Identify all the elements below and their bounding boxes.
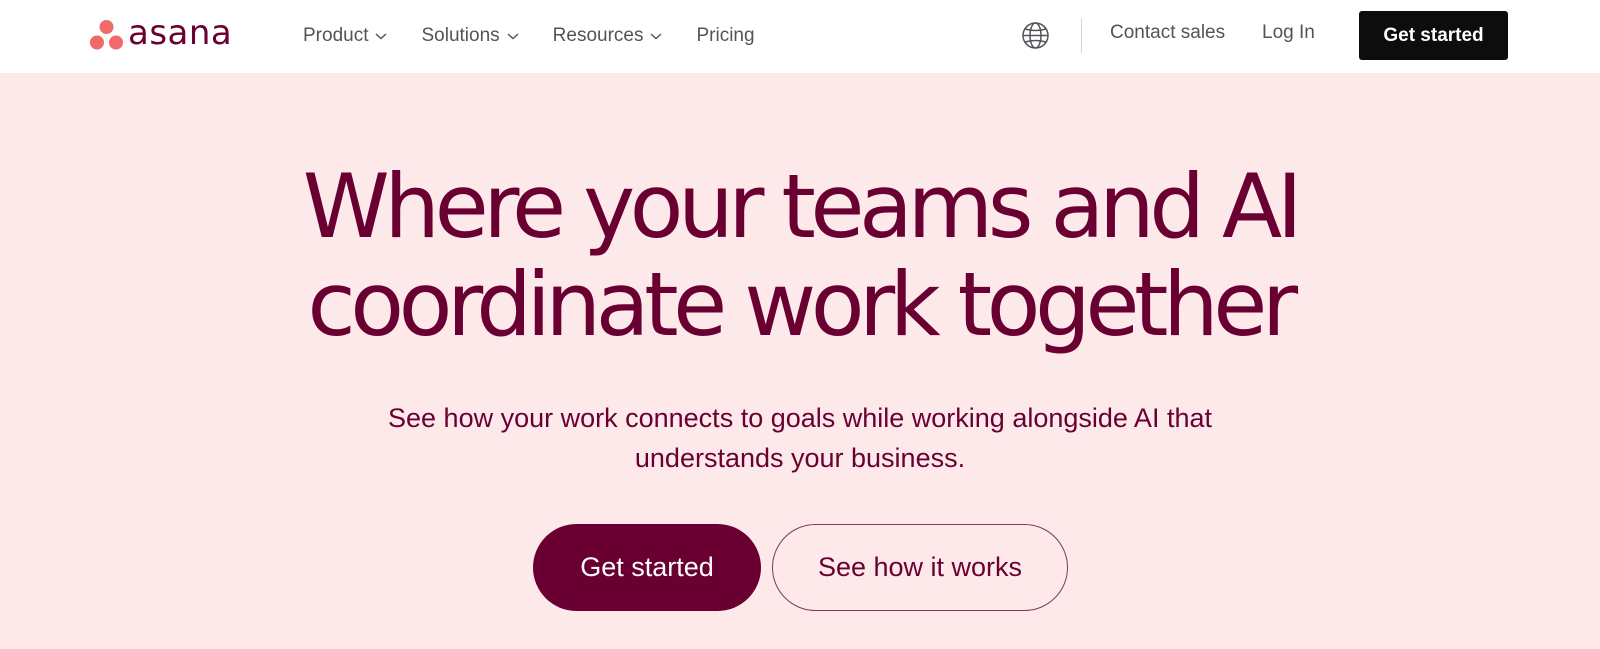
hero-subtitle-line: understands your business. <box>634 443 966 473</box>
nav-item-label: Product <box>303 25 369 46</box>
asana-wordmark: asana <box>128 13 233 53</box>
hero-title: Where your teams and AI coordinate work … <box>0 158 1600 354</box>
asana-logo[interactable]: asana <box>90 13 233 53</box>
hero-title-line: coordinate work together <box>307 253 1298 356</box>
contact-sales-link[interactable]: Contact sales <box>1110 22 1225 44</box>
nav-item-solutions[interactable]: Solutions <box>421 25 519 47</box>
nav-item-pricing[interactable]: Pricing <box>696 25 754 47</box>
globe-icon[interactable] <box>1021 21 1050 50</box>
chevron-down-icon <box>651 33 662 40</box>
nav-item-product[interactable]: Product <box>303 25 388 47</box>
nav-item-label: Solutions <box>421 25 500 46</box>
nav-item-label: Resources <box>552 25 644 46</box>
see-how-it-works-button[interactable]: See how it works <box>772 524 1068 611</box>
hero-get-started-button[interactable]: Get started <box>533 524 761 611</box>
asana-dots-logo-icon <box>90 20 123 50</box>
hero-subtitle: See how your work connects to goals whil… <box>0 398 1600 478</box>
site-header: asana Product Solutions Resources Pricin… <box>0 0 1600 73</box>
header-divider <box>1081 18 1082 53</box>
chevron-down-icon <box>376 33 387 40</box>
nav-item-label: Pricing <box>696 25 755 46</box>
hero-title-line: Where your teams and AI <box>302 155 1303 258</box>
hero-subtitle-line: See how your work connects to goals whil… <box>388 403 1212 433</box>
nav-item-resources[interactable]: Resources <box>553 25 664 47</box>
main-nav: Product Solutions Resources Pricing <box>303 22 788 50</box>
login-link[interactable]: Log In <box>1262 22 1315 44</box>
header-get-started-button[interactable]: Get started <box>1359 11 1508 60</box>
chevron-down-icon <box>507 33 519 40</box>
